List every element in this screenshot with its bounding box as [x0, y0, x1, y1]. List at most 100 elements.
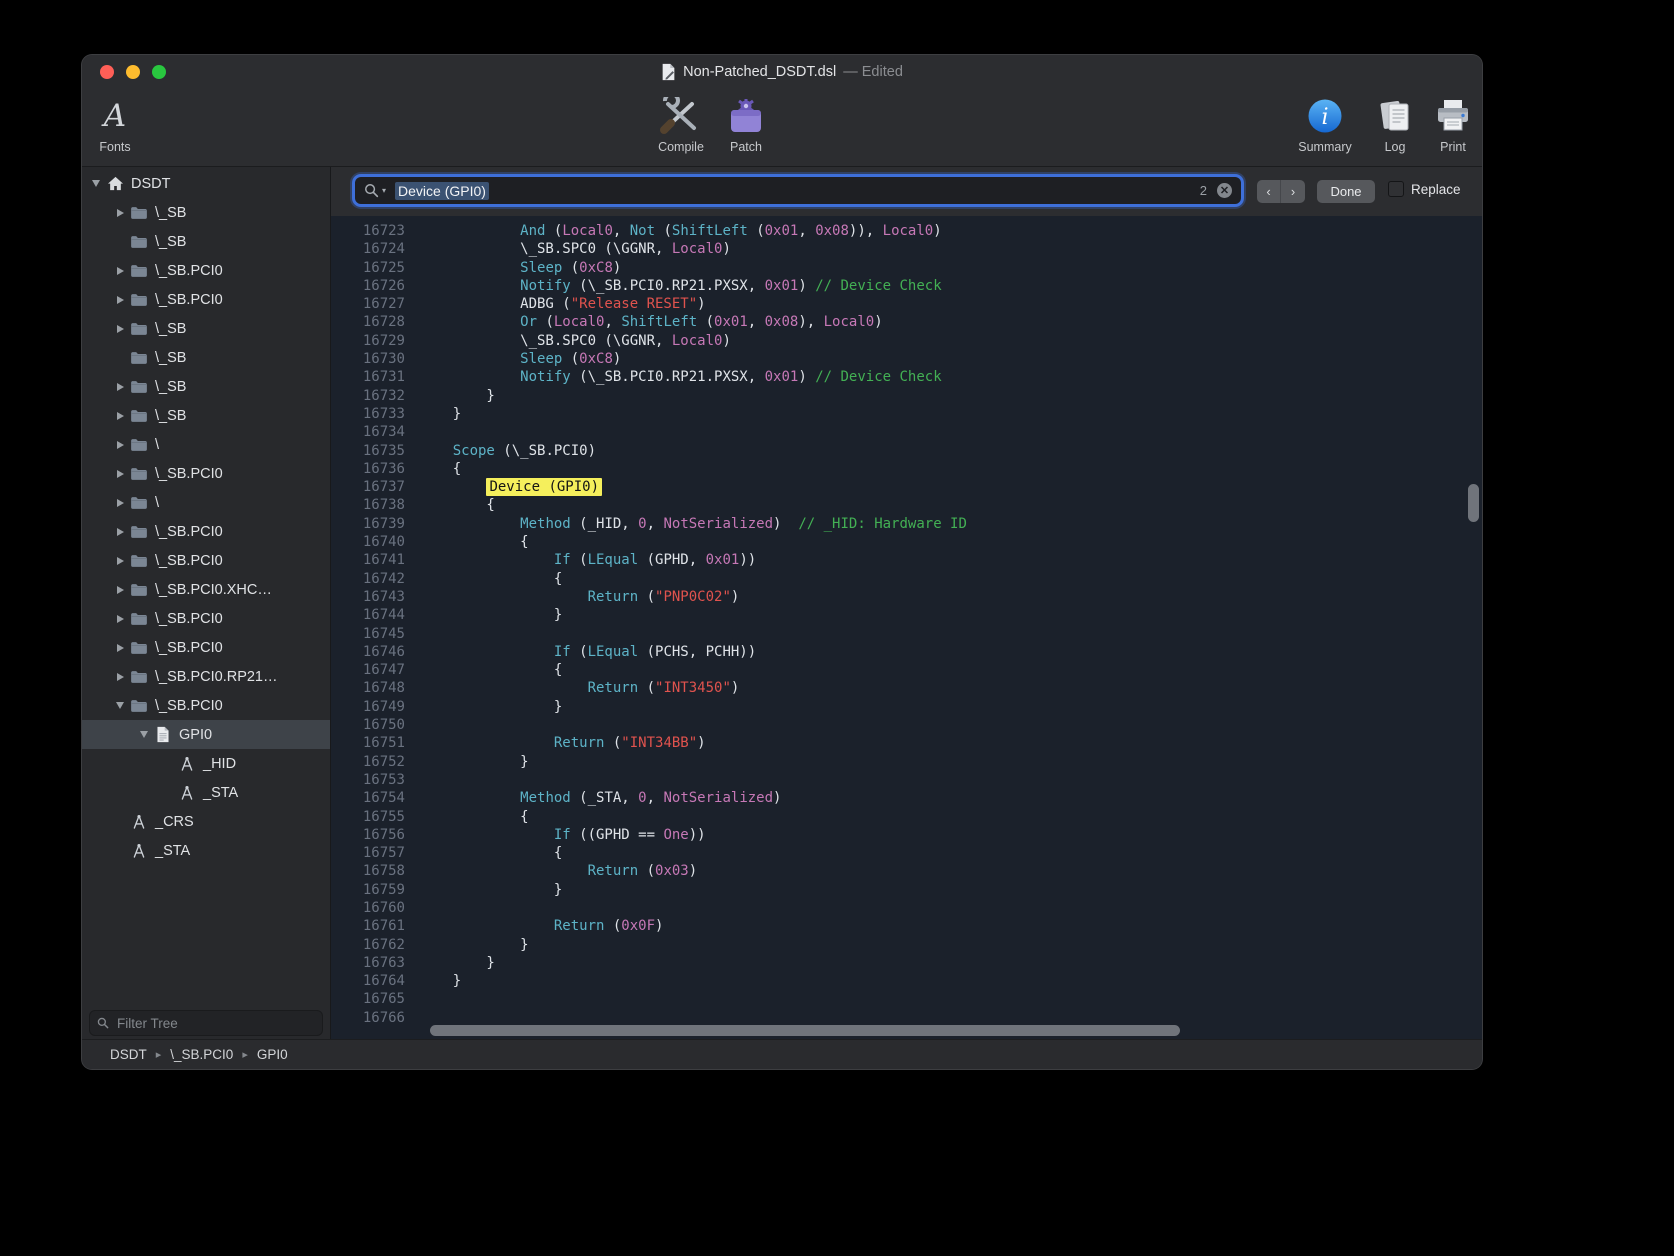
fonts-button[interactable]: A Fonts — [82, 94, 163, 154]
disclosure-triangle-icon[interactable] — [112, 615, 128, 623]
disclosure-triangle-icon[interactable] — [112, 383, 128, 391]
find-previous-button[interactable]: ‹ — [1257, 180, 1281, 203]
code-line: 16745 — [331, 625, 1482, 643]
disclosure-triangle-icon[interactable] — [112, 644, 128, 652]
fonts-label: Fonts — [99, 140, 130, 154]
code-editor[interactable]: 16723 And (Local0, Not (ShiftLeft (0x01,… — [331, 216, 1482, 1040]
horizontal-scrollbar-thumb[interactable] — [430, 1025, 1180, 1036]
tree-item-sb[interactable]: \_SB — [82, 198, 330, 227]
tree-item-gpi0[interactable]: GPI0 — [82, 720, 330, 749]
code-line: 16741 If (LEqual (GPHD, 0x01)) — [331, 551, 1482, 569]
code-text: Return ("INT3450") — [419, 679, 739, 697]
tree-item-label: \_SB.PCI0 — [155, 698, 223, 714]
code-line: 16724 \_SB.SPC0 (\GGNR, Local0) — [331, 240, 1482, 258]
folder-icon — [128, 641, 150, 655]
code-line: 16727 ADBG ("Release RESET") — [331, 295, 1482, 313]
print-button[interactable]: Print — [1405, 94, 1482, 154]
tree-item-label: \_SB — [155, 321, 186, 337]
tree-item-sb-pci0[interactable]: \_SB.PCI0 — [82, 285, 330, 314]
folder-icon — [128, 496, 150, 510]
disclosure-triangle-icon[interactable] — [112, 267, 128, 275]
disclosure-triangle-icon[interactable] — [112, 702, 128, 709]
title-bar[interactable]: Non-Patched_DSDT.dsl — Edited — [82, 55, 1482, 89]
disclosure-triangle-icon[interactable] — [112, 673, 128, 681]
tree-item-label: _HID — [203, 756, 236, 772]
tree-item-sb[interactable]: \_SB — [82, 401, 330, 430]
breadcrumb-item[interactable]: DSDT — [110, 1047, 147, 1062]
vertical-scrollbar-thumb[interactable] — [1468, 484, 1479, 522]
line-number: 16728 — [331, 313, 405, 331]
disclosure-triangle-icon[interactable] — [112, 586, 128, 594]
search-input[interactable]: ▾ Device (GPI0) 2 ✕ — [355, 177, 1241, 204]
replace-checkbox[interactable] — [1388, 181, 1404, 197]
disclosure-triangle-icon[interactable] — [112, 557, 128, 565]
disclosure-triangle-icon[interactable] — [112, 441, 128, 449]
disclosure-triangle-icon[interactable] — [112, 325, 128, 333]
tree-item-label: \_SB.PCI0 — [155, 292, 223, 308]
line-number: 16763 — [331, 954, 405, 972]
code-text: Sleep (0xC8) — [419, 259, 621, 277]
tree-item-sb-pci0[interactable]: \_SB.PCI0 — [82, 604, 330, 633]
tree-item-sb-pci0[interactable]: \_SB.PCI0 — [82, 691, 330, 720]
tree-item-sta[interactable]: _STA — [82, 778, 330, 807]
clear-search-icon[interactable]: ✕ — [1217, 183, 1232, 198]
tree-item-sb[interactable]: \_SB — [82, 343, 330, 372]
tree-item-label: _STA — [203, 785, 238, 801]
code-text: \_SB.SPC0 (\GGNR, Local0) — [419, 332, 731, 350]
tree-item-sb-pci0-xhc[interactable]: \_SB.PCI0.XHC… — [82, 575, 330, 604]
tree-item-sb-pci0[interactable]: \_SB.PCI0 — [82, 546, 330, 575]
tree-item-sb-pci0[interactable]: \_SB.PCI0 — [82, 256, 330, 285]
document-proxy-icon[interactable] — [661, 63, 676, 81]
search-scope-chevron-icon[interactable]: ▾ — [382, 186, 386, 195]
tree-item-dsdt[interactable]: DSDT — [82, 169, 330, 198]
code-line: 16757 { — [331, 844, 1482, 862]
disclosure-triangle-icon[interactable] — [88, 180, 104, 187]
code-line: 16742 { — [331, 570, 1482, 588]
line-number: 16762 — [331, 936, 405, 954]
tree-item-root[interactable]: \ — [82, 430, 330, 459]
code-line: 16728 Or (Local0, ShiftLeft (0x01, 0x08)… — [331, 313, 1482, 331]
tree-item-sb-pci0[interactable]: \_SB.PCI0 — [82, 633, 330, 662]
tree-item-sb[interactable]: \_SB — [82, 314, 330, 343]
tree-item-crs[interactable]: _CRS — [82, 807, 330, 836]
code-text: } — [419, 606, 562, 624]
filter-tree-input[interactable] — [115, 1015, 315, 1032]
folder-icon — [128, 467, 150, 481]
code-text: } — [419, 954, 495, 972]
app-window: Non-Patched_DSDT.dsl — Edited A Fonts Co… — [82, 55, 1482, 1069]
disclosure-triangle-icon[interactable] — [112, 528, 128, 536]
breadcrumb-item[interactable]: GPI0 — [257, 1047, 288, 1062]
tree-item-label: _CRS — [155, 814, 194, 830]
breadcrumb-item[interactable]: \_SB.PCI0 — [170, 1047, 233, 1062]
code-line: 16737 Device (GPI0) — [331, 478, 1482, 496]
disclosure-triangle-icon[interactable] — [112, 296, 128, 304]
tree-item-sb-pci0[interactable]: \_SB.PCI0 — [82, 517, 330, 546]
tree-item-sb-pci0[interactable]: \_SB.PCI0 — [82, 459, 330, 488]
code-text: Sleep (0xC8) — [419, 350, 621, 368]
line-number: 16742 — [331, 570, 405, 588]
patch-button[interactable]: Patch — [698, 94, 794, 154]
tree-item-sb[interactable]: \_SB — [82, 372, 330, 401]
code-text: { — [419, 808, 529, 826]
find-next-button[interactable]: › — [1281, 180, 1305, 203]
line-number: 16727 — [331, 295, 405, 313]
tree-item-sta[interactable]: _STA — [82, 836, 330, 865]
code-text: { — [419, 844, 562, 862]
disclosure-triangle-icon[interactable] — [112, 470, 128, 478]
find-bar: ▾ Device (GPI0) 2 ✕ ‹ › Done Replace — [331, 167, 1482, 216]
replace-toggle[interactable]: Replace — [1388, 181, 1461, 197]
tree-item-hid[interactable]: _HID — [82, 749, 330, 778]
disclosure-triangle-icon[interactable] — [136, 731, 152, 738]
method-icon — [128, 843, 150, 859]
disclosure-triangle-icon[interactable] — [112, 499, 128, 507]
done-button[interactable]: Done — [1317, 180, 1375, 203]
tree-item-sb[interactable]: \_SB — [82, 227, 330, 256]
folder-icon — [128, 293, 150, 307]
fonts-icon: A — [104, 101, 126, 132]
tree-item-root[interactable]: \ — [82, 488, 330, 517]
tree-item-label: \_SB.PCI0 — [155, 611, 223, 627]
filter-tree-field[interactable] — [89, 1010, 323, 1036]
tree-item-sb-pci0-rp21[interactable]: \_SB.PCI0.RP21… — [82, 662, 330, 691]
disclosure-triangle-icon[interactable] — [112, 412, 128, 420]
disclosure-triangle-icon[interactable] — [112, 209, 128, 217]
